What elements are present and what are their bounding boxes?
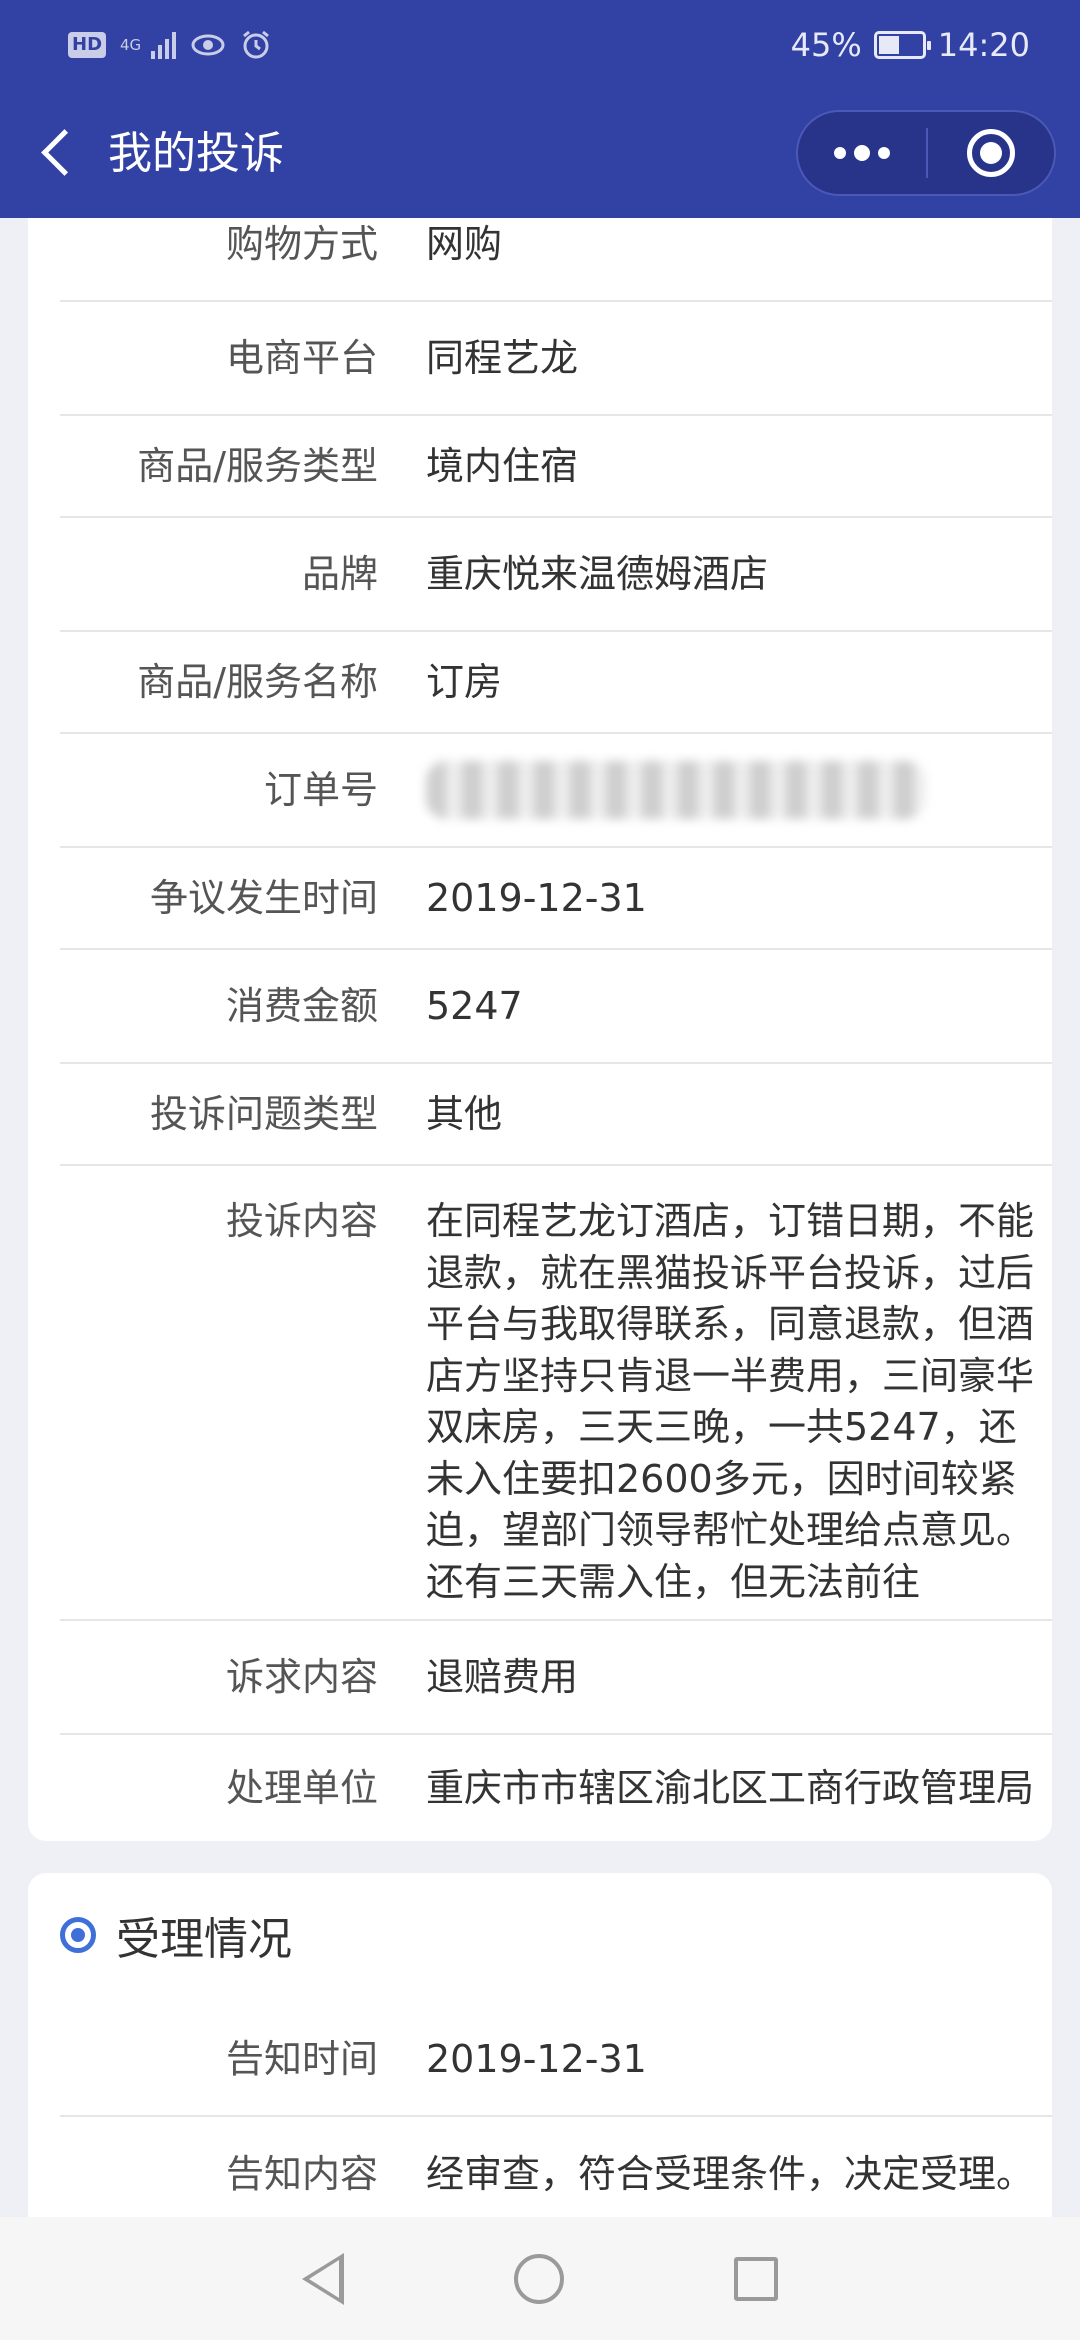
detail-value: 经审查，符合受理条件，决定受理。: [426, 2152, 1035, 2196]
detail-value: 订房: [426, 660, 503, 704]
detail-label: 争议发生时间: [149, 876, 378, 920]
alarm-icon: [243, 30, 270, 59]
detail-row: 投诉内容 在同程艺龙订酒店，订错日期，不能退款，就在黑猫投诉平台投诉，过后平台与…: [60, 1166, 1052, 1621]
square-recents-icon[interactable]: [734, 2256, 778, 2301]
complaint-content: 在同程艺龙订酒店，订错日期，不能退款，就在黑猫投诉平台投诉，过后平台与我取得联系…: [426, 1199, 1035, 1604]
detail-label: 处理单位: [225, 1766, 378, 1810]
detail-label: 电商平台: [225, 336, 378, 380]
triangle-back-icon[interactable]: [302, 2252, 344, 2305]
detail-row: 订单号: [60, 734, 1052, 848]
nav-bar: 我的投诉: [0, 90, 1080, 218]
detail-label: 诉求内容: [225, 1655, 378, 1699]
top-bar: HD 4G 45% 14:20 我的投诉: [0, 0, 1080, 218]
detail-label: 购物方式: [225, 222, 378, 266]
acceptance-card: 受理情况 告知时间 2019-12-31 告知内容 经审查，符合受理条件，决定受…: [28, 1873, 1052, 2217]
detail-value: 其他: [426, 1092, 503, 1136]
detail-row: 投诉问题类型 其他: [60, 1064, 1052, 1166]
detail-row: 诉求内容 退赔费用: [60, 1621, 1052, 1735]
detail-label: 商品/服务类型: [137, 444, 378, 488]
page-title: 我的投诉: [108, 128, 284, 179]
content-scroll[interactable]: 购物方式 网购 电商平台 同程艺龙 商品/服务类型 境内住宿 品牌 重庆悦来温德…: [0, 218, 1080, 2217]
acceptance-header: 受理情况: [60, 1903, 292, 1967]
signal-icon: [151, 31, 177, 59]
circle-home-icon[interactable]: [514, 2253, 564, 2304]
detail-value: 重庆市市辖区渝北区工商行政管理局: [426, 1766, 1035, 1810]
chevron-left-icon[interactable]: [30, 120, 90, 184]
complaint-detail-card: 购物方式 网购 电商平台 同程艺龙 商品/服务类型 境内住宿 品牌 重庆悦来温德…: [28, 218, 1052, 1841]
detail-value: 5247: [426, 984, 523, 1028]
detail-value: 退赔费用: [426, 1655, 579, 1699]
detail-label: 品牌: [301, 552, 378, 596]
detail-row: 品牌 重庆悦来温德姆酒店: [60, 518, 1052, 632]
detail-row: 购物方式 网购: [60, 218, 1052, 302]
status-bar: HD 4G 45% 14:20: [0, 0, 1080, 90]
detail-label: 订单号: [263, 768, 378, 812]
network-type: 4G: [120, 35, 142, 54]
detail-value: 2019-12-31: [426, 2037, 647, 2081]
detail-label: 告知时间: [225, 2037, 378, 2081]
detail-value: 境内住宿: [426, 444, 579, 488]
order-number-redacted: [426, 761, 1052, 819]
eye-icon: [191, 34, 225, 56]
detail-label: 消费金额: [225, 984, 378, 1028]
detail-row: 告知时间 2019-12-31: [60, 2003, 1052, 2117]
detail-row: 商品/服务名称 订房: [60, 632, 1052, 734]
detail-row: 告知内容 经审查，符合受理条件，决定受理。: [60, 2117, 1052, 2217]
detail-row: 电商平台 同程艺龙: [60, 302, 1052, 416]
target-close-icon[interactable]: [928, 112, 1054, 194]
detail-row: 处理单位 重庆市市辖区渝北区工商行政管理局: [60, 1735, 1052, 1841]
system-nav-bar: [0, 2217, 1080, 2340]
clock: 14:20: [937, 26, 1030, 64]
detail-row: 商品/服务类型 境内住宿: [60, 416, 1052, 518]
detail-row: 消费金额 5247: [60, 950, 1052, 1064]
detail-value: 2019-12-31: [426, 876, 647, 920]
status-right: 45% 14:20: [791, 26, 1030, 64]
detail-label: 告知内容: [225, 2152, 378, 2196]
status-left: HD 4G: [68, 29, 272, 61]
detail-value: 网购: [426, 222, 503, 266]
hd-badge: HD: [68, 32, 107, 58]
detail-label: 投诉内容: [225, 1199, 378, 1243]
detail-row: 争议发生时间 2019-12-31: [60, 848, 1052, 950]
detail-label: 商品/服务名称: [137, 660, 378, 704]
more-dots-icon[interactable]: [798, 112, 926, 194]
detail-label: 投诉问题类型: [149, 1092, 378, 1136]
battery-percent: 45%: [790, 26, 862, 64]
section-title: 受理情况: [116, 1914, 292, 1965]
radio-dot-icon: [60, 1917, 96, 1953]
mini-program-capsule: [796, 110, 1056, 196]
detail-value: 同程艺龙: [426, 336, 579, 380]
detail-value: 重庆悦来温德姆酒店: [426, 552, 769, 596]
battery-icon: [873, 31, 931, 59]
